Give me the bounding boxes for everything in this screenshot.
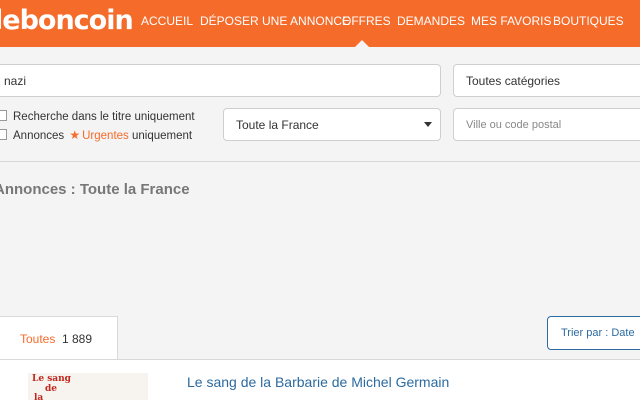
location-select-value: Toute la France [236,118,319,132]
tab-all[interactable]: Toutes 1 889 [0,316,118,360]
sort-button-label: Trier par : Date [561,327,635,339]
city-input-placeholder: Ville ou code postal [466,119,562,131]
urgent-only-checkbox[interactable] [0,129,7,140]
thumbnail-text-line: Le sang [32,374,71,384]
listing-title-link[interactable]: Le sang de la Barbarie de Michel Germain [187,374,449,391]
nav-item-boutiques[interactable]: BOUTIQUES [553,13,624,29]
location-select[interactable]: Toute la France [223,108,441,141]
urgent-only-option[interactable]: Annonces ★ Urgentes uniquement [0,128,192,143]
thumbnail-text-line: la [34,393,44,400]
urgent-suffix-label: uniquement [132,130,193,142]
caret-down-icon [424,122,432,127]
results-section-title: Annonces : Toute la France [0,181,190,198]
category-select-value: Toutes catégories [466,74,561,88]
keyword-input[interactable]: nazi [0,64,441,97]
star-icon: ★ [69,128,81,142]
search-panel: nazi Toutes catégories Recherche dans le… [0,47,640,162]
title-only-option[interactable]: Recherche dans le titre uniquement [0,110,195,124]
sort-button[interactable]: Trier par : Date [547,316,640,350]
active-nav-indicator [355,40,369,47]
nav-item-deposer[interactable]: DÉPOSER UNE ANNONCE [200,13,350,29]
thumbnail-text-line: de [45,384,58,394]
urgent-prefix-label: Annonces [13,130,65,142]
listing-thumbnail[interactable]: Le sang de la [28,373,148,400]
keyword-input-value: nazi [4,74,27,88]
list-divider [0,359,640,360]
nav-item-offres[interactable]: OFFRES [342,13,391,29]
nav-item-demandes[interactable]: DEMANDES [397,13,465,29]
title-only-checkbox[interactable] [0,110,7,121]
nav-item-accueil[interactable]: ACCUEIL [141,13,193,29]
city-input[interactable]: Ville ou code postal [453,108,640,141]
site-logo[interactable]: leboncoin [0,6,134,36]
nav-item-favoris[interactable]: MES FAVORIS [471,13,551,29]
title-only-label: Recherche dans le titre uniquement [13,111,195,123]
tab-all-label: Toutes [20,332,56,346]
tab-all-count: 1 889 [62,332,93,346]
category-select[interactable]: Toutes catégories [453,64,640,97]
top-header: leboncoin ACCUEIL DÉPOSER UNE ANNONCE OF… [0,0,640,47]
urgent-word-label: Urgentes [82,130,129,142]
